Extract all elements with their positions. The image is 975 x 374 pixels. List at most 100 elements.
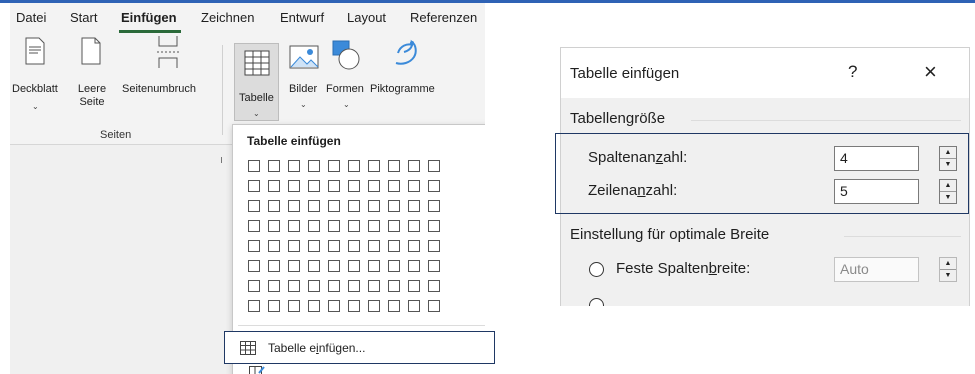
table-grid-cell[interactable]: [388, 160, 400, 172]
table-grid-cell[interactable]: [408, 180, 420, 192]
table-grid-cell[interactable]: [328, 300, 340, 312]
table-grid-cell[interactable]: [308, 160, 320, 172]
table-grid-cell[interactable]: [348, 300, 360, 312]
seitenumbruch-button[interactable]: Seitenumbruch: [118, 33, 216, 123]
table-grid-cell[interactable]: [268, 180, 280, 192]
table-grid-cell[interactable]: [408, 200, 420, 212]
table-grid-cell[interactable]: [388, 180, 400, 192]
table-grid-cell[interactable]: [248, 280, 260, 292]
tabelle-button[interactable]: Tabelle ⌄: [234, 43, 279, 121]
table-grid-cell[interactable]: [368, 160, 380, 172]
table-grid-cell[interactable]: [428, 160, 440, 172]
table-grid-cell[interactable]: [308, 200, 320, 212]
menu-datei[interactable]: Datei: [16, 10, 46, 25]
table-grid-cell[interactable]: [248, 220, 260, 232]
table-grid-cell[interactable]: [348, 280, 360, 292]
table-grid-cell[interactable]: [328, 260, 340, 272]
table-grid-cell[interactable]: [308, 260, 320, 272]
table-grid-cell[interactable]: [388, 220, 400, 232]
table-grid-cell[interactable]: [408, 280, 420, 292]
help-button[interactable]: ?: [848, 62, 857, 82]
table-grid-cell[interactable]: [388, 200, 400, 212]
table-grid-cell[interactable]: [348, 160, 360, 172]
table-grid-cell[interactable]: [248, 260, 260, 272]
table-grid-cell[interactable]: [308, 240, 320, 252]
table-grid-cell[interactable]: [368, 280, 380, 292]
table-grid-cell[interactable]: [368, 220, 380, 232]
table-grid-cell[interactable]: [268, 240, 280, 252]
table-grid-cell[interactable]: [288, 220, 300, 232]
table-grid-cell[interactable]: [368, 240, 380, 252]
close-button[interactable]: ×: [924, 59, 937, 85]
feste-spaltenbreite-radio[interactable]: [589, 262, 604, 277]
table-grid-cell[interactable]: [268, 280, 280, 292]
table-grid-cell[interactable]: [288, 160, 300, 172]
table-grid-cell[interactable]: [268, 220, 280, 232]
table-grid-cell[interactable]: [288, 240, 300, 252]
menu-zeichnen[interactable]: Zeichnen: [201, 10, 254, 25]
table-grid-cell[interactable]: [268, 260, 280, 272]
table-grid-cell[interactable]: [368, 200, 380, 212]
menu-entwurf[interactable]: Entwurf: [280, 10, 324, 25]
table-grid-cell[interactable]: [388, 240, 400, 252]
table-grid-cell[interactable]: [408, 300, 420, 312]
bilder-button[interactable]: Bilder ⌄: [285, 33, 323, 123]
menu-referenzen[interactable]: Referenzen: [410, 10, 477, 25]
table-grid-cell[interactable]: [428, 240, 440, 252]
table-grid-cell[interactable]: [308, 300, 320, 312]
spin-down-icon[interactable]: ▼: [940, 270, 956, 281]
menu-layout[interactable]: Layout: [347, 10, 386, 25]
table-grid-cell[interactable]: [428, 260, 440, 272]
spaltenbreite-input[interactable]: Auto: [834, 257, 919, 282]
table-grid-cell[interactable]: [268, 300, 280, 312]
table-grid-cell[interactable]: [428, 180, 440, 192]
piktogramme-button[interactable]: Piktogramme: [370, 33, 442, 123]
table-grid-cell[interactable]: [328, 200, 340, 212]
table-grid-cell[interactable]: [328, 220, 340, 232]
table-grid-cell[interactable]: [388, 280, 400, 292]
table-grid-cell[interactable]: [328, 180, 340, 192]
table-grid-cell[interactable]: [288, 180, 300, 192]
table-grid-cell[interactable]: [348, 220, 360, 232]
table-grid-cell[interactable]: [408, 260, 420, 272]
spin-up-icon[interactable]: ▲: [940, 258, 956, 270]
table-grid-cell[interactable]: [428, 280, 440, 292]
table-grid-cell[interactable]: [288, 300, 300, 312]
table-grid-cell[interactable]: [368, 300, 380, 312]
table-grid-cell[interactable]: [308, 280, 320, 292]
leere-seite-button[interactable]: Leere Seite: [66, 33, 118, 123]
menu-einfuegen[interactable]: Einfügen: [121, 10, 177, 25]
menu-start[interactable]: Start: [70, 10, 97, 25]
table-grid-cell[interactable]: [328, 160, 340, 172]
table-grid-cell[interactable]: [248, 200, 260, 212]
table-grid-cell[interactable]: [348, 240, 360, 252]
table-grid-cell[interactable]: [328, 280, 340, 292]
table-grid-cell[interactable]: [348, 260, 360, 272]
table-grid-cell[interactable]: [248, 160, 260, 172]
table-grid-cell[interactable]: [268, 200, 280, 212]
tabelle-einfuegen-menu-item[interactable]: Tabelle einfügen...: [224, 331, 495, 364]
table-grid-cell[interactable]: [408, 160, 420, 172]
deckblatt-button[interactable]: Deckblatt ⌄: [10, 33, 62, 123]
table-grid-cell[interactable]: [288, 260, 300, 272]
table-grid-cell[interactable]: [428, 220, 440, 232]
table-grid-cell[interactable]: [308, 220, 320, 232]
table-grid-cell[interactable]: [348, 180, 360, 192]
table-grid-cell[interactable]: [428, 300, 440, 312]
table-grid-cell[interactable]: [328, 240, 340, 252]
table-grid-cell[interactable]: [368, 260, 380, 272]
formen-button[interactable]: Formen ⌄: [325, 33, 367, 123]
table-grid-cell[interactable]: [248, 240, 260, 252]
table-grid-cell[interactable]: [408, 240, 420, 252]
table-grid-cell[interactable]: [428, 200, 440, 212]
table-grid-cell[interactable]: [388, 300, 400, 312]
table-grid-cell[interactable]: [308, 180, 320, 192]
table-grid-cell[interactable]: [248, 300, 260, 312]
table-grid-cell[interactable]: [408, 220, 420, 232]
table-grid-cell[interactable]: [248, 180, 260, 192]
table-grid-cell[interactable]: [388, 260, 400, 272]
spaltenbreite-spinner[interactable]: ▲ ▼: [939, 257, 957, 282]
table-grid-cell[interactable]: [288, 200, 300, 212]
table-grid-cell[interactable]: [288, 280, 300, 292]
table-grid-cell[interactable]: [368, 180, 380, 192]
